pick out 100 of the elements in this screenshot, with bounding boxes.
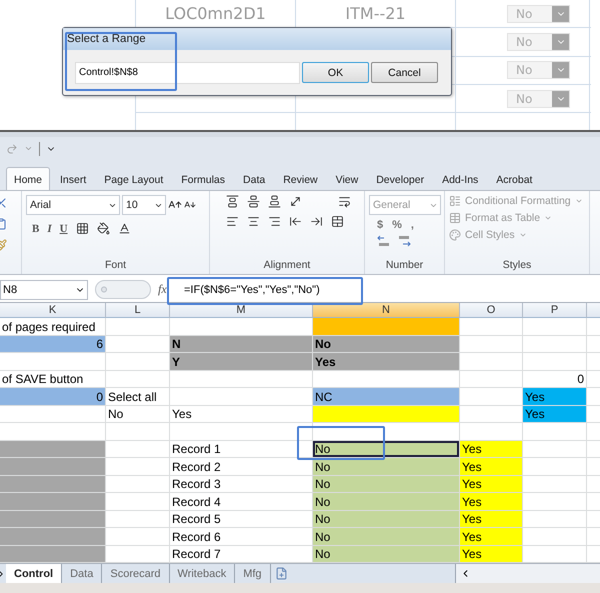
table-cell: No — [313, 440, 460, 458]
caret-icon — [574, 197, 583, 205]
table-cell: Record 3 — [170, 476, 313, 493]
styles-icon — [449, 212, 461, 224]
ribbon-tab[interactable]: Acrobat — [488, 167, 540, 191]
table-cell: NC — [313, 388, 460, 406]
table-cell: 6 — [0, 336, 106, 353]
table-cell: Record 5 — [170, 510, 313, 528]
table-cell: Select all — [106, 388, 170, 406]
borders-icon[interactable] — [76, 222, 89, 235]
table-cell: No — [313, 336, 460, 353]
ribbon-tab[interactable]: Home — [6, 167, 50, 191]
wrap-text-icon[interactable] — [338, 195, 351, 208]
table-cell: No — [106, 406, 170, 423]
align-left-icon[interactable] — [226, 215, 239, 228]
table-cell: No — [313, 458, 460, 476]
formula-controls — [95, 280, 151, 299]
bold-button[interactable]: B — [32, 222, 40, 234]
ribbon-tab[interactable]: Page Layout — [96, 167, 172, 191]
ribbon-tab[interactable]: Review — [275, 167, 326, 191]
group-label: Font — [104, 259, 126, 273]
increase-decimal-icon[interactable] — [377, 235, 391, 247]
number-format-button[interactable]: , — [410, 219, 414, 231]
orientation-icon[interactable] — [289, 195, 302, 208]
table-cell: Yes — [460, 510, 523, 528]
sheet-tab[interactable]: Control — [6, 564, 62, 583]
number-format-button[interactable]: % — [392, 219, 402, 231]
number-format-button[interactable]: $ — [377, 219, 384, 231]
column-header — [587, 303, 600, 318]
column-header[interactable]: O — [460, 303, 523, 318]
styles-icon — [449, 229, 461, 241]
ribbon-tab[interactable]: Insert — [52, 167, 94, 191]
ribbon-tab[interactable]: Formulas — [173, 167, 234, 191]
number-format: General — [373, 199, 410, 211]
caret-icon — [518, 231, 527, 239]
table-cell: Yes — [460, 440, 523, 458]
table-cell: Yes — [460, 493, 523, 510]
table-cell: Record 7 — [170, 546, 313, 563]
ribbon-tab[interactable]: View — [328, 167, 366, 191]
cancel-button[interactable]: Cancel — [371, 62, 438, 83]
range-input[interactable]: Control!$N$8 — [75, 62, 300, 84]
insert-sheet-icon[interactable] — [274, 567, 288, 580]
table-cell: Yes — [460, 476, 523, 493]
merge-cells-icon[interactable] — [331, 215, 344, 228]
ribbon-tab[interactable]: Add-Ins — [434, 167, 486, 191]
column-header[interactable]: K — [0, 303, 106, 318]
styles-icon — [449, 195, 461, 207]
increase-indent-icon[interactable] — [310, 215, 323, 228]
font-name: Arial — [30, 199, 52, 211]
align-top-icon[interactable] — [226, 195, 239, 208]
table-cell: No — [313, 546, 460, 563]
caret-icon — [544, 214, 552, 222]
table-cell: Yes — [170, 406, 313, 423]
table-cell: Yes — [313, 353, 460, 370]
font-name-field[interactable]: Arial — [26, 195, 120, 215]
font-size-field[interactable]: 10 — [122, 195, 166, 215]
align-bottom-icon[interactable] — [268, 195, 281, 208]
table-cell: Yes — [523, 406, 587, 423]
table-cell: Record 4 — [170, 493, 313, 510]
table-cell: No — [313, 476, 460, 493]
underline-button[interactable]: U — [60, 222, 68, 234]
table-cell: 0 — [523, 370, 587, 388]
cell-reference: N8 — [3, 284, 18, 296]
column-header[interactable]: L — [106, 303, 170, 318]
ok-button[interactable]: OK — [302, 62, 369, 83]
table-cell: Record 2 — [170, 458, 313, 476]
table-cell: No — [313, 510, 460, 528]
group-label: Number — [386, 259, 424, 273]
ribbon-tab[interactable]: Data — [235, 167, 274, 191]
column-header[interactable]: N — [313, 303, 460, 318]
fill-color-icon[interactable] — [96, 222, 110, 235]
align-middle-icon[interactable] — [247, 195, 260, 208]
table-cell: Yes — [460, 546, 523, 563]
table-cell: of SAVE button — [0, 370, 106, 388]
table-cell: Record 1 — [170, 440, 313, 458]
font-size: 10 — [126, 199, 138, 211]
function-label[interactable]: fx — [158, 282, 174, 297]
dialog-title-bar: Select a Range — [63, 28, 451, 50]
font-color-icon[interactable] — [118, 222, 131, 235]
align-right-icon[interactable] — [268, 215, 281, 228]
name-box[interactable]: N8 — [0, 280, 88, 300]
table-cell: Y — [170, 353, 313, 370]
decrease-decimal-icon[interactable] — [397, 235, 411, 247]
align-center-icon[interactable] — [247, 215, 260, 228]
table-cell: Yes — [523, 388, 587, 406]
group-label: Styles — [502, 259, 532, 273]
italic-button[interactable]: I — [47, 222, 52, 234]
decrease-indent-icon[interactable] — [289, 215, 302, 228]
table-cell: Yes — [460, 528, 523, 546]
formula-field[interactable]: =IF($N$6="Yes","Yes","No") — [178, 284, 320, 296]
table-cell: Record 6 — [170, 528, 313, 546]
table-cell: of pages required — [0, 318, 106, 336]
table-cell: No — [313, 493, 460, 510]
table-cell: Yes — [460, 458, 523, 476]
column-header[interactable]: P — [523, 303, 587, 318]
table-cell: No — [313, 528, 460, 546]
table-cell: N — [170, 336, 313, 353]
ribbon-tab[interactable]: Developer — [368, 167, 432, 191]
table-cell: 0 — [0, 388, 106, 406]
group-label: Alignment — [264, 259, 310, 273]
